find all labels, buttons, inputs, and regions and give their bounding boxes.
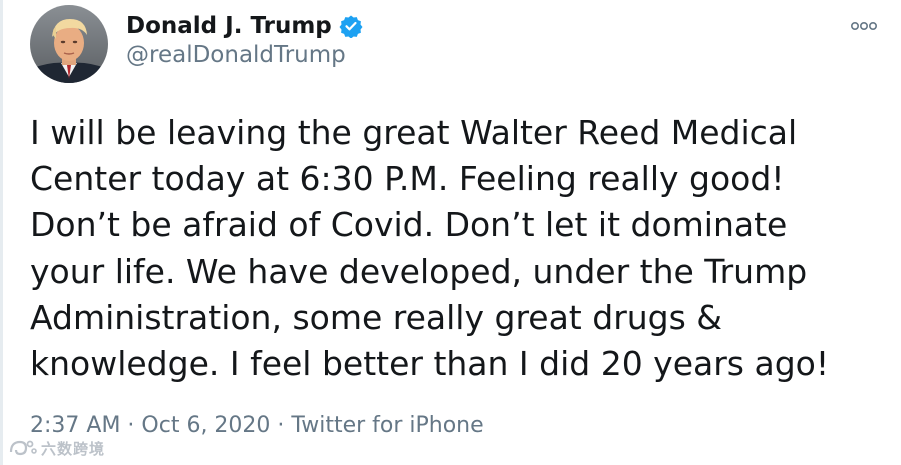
tweet-source[interactable]: Twitter for iPhone: [291, 413, 483, 438]
more-options-icon: [850, 21, 877, 31]
author-name[interactable]: Donald J. Trump: [126, 13, 332, 39]
tweet-date[interactable]: Oct 6, 2020: [141, 413, 270, 438]
tweet-meta: 2:37 AM · Oct 6, 2020 · Twitter for iPho…: [30, 413, 484, 438]
tweet-time[interactable]: 2:37 AM: [30, 413, 120, 438]
author-name-row: Donald J. Trump: [126, 10, 363, 42]
meta-separator: ·: [270, 413, 292, 438]
meta-separator: ·: [120, 413, 142, 438]
avatar[interactable]: [30, 5, 108, 83]
watermark: 六数跨境: [8, 436, 105, 460]
verified-badge-icon: [339, 14, 363, 39]
left-border: [0, 0, 3, 465]
tweet-text: I will be leaving the great Walter Reed …: [30, 113, 830, 384]
author-handle[interactable]: @realDonaldTrump: [126, 42, 346, 68]
more-options-button[interactable]: [846, 14, 882, 38]
watermark-text: 六数跨境: [41, 439, 106, 458]
watermark-logo-icon: [9, 440, 37, 456]
avatar-image: [30, 5, 108, 83]
